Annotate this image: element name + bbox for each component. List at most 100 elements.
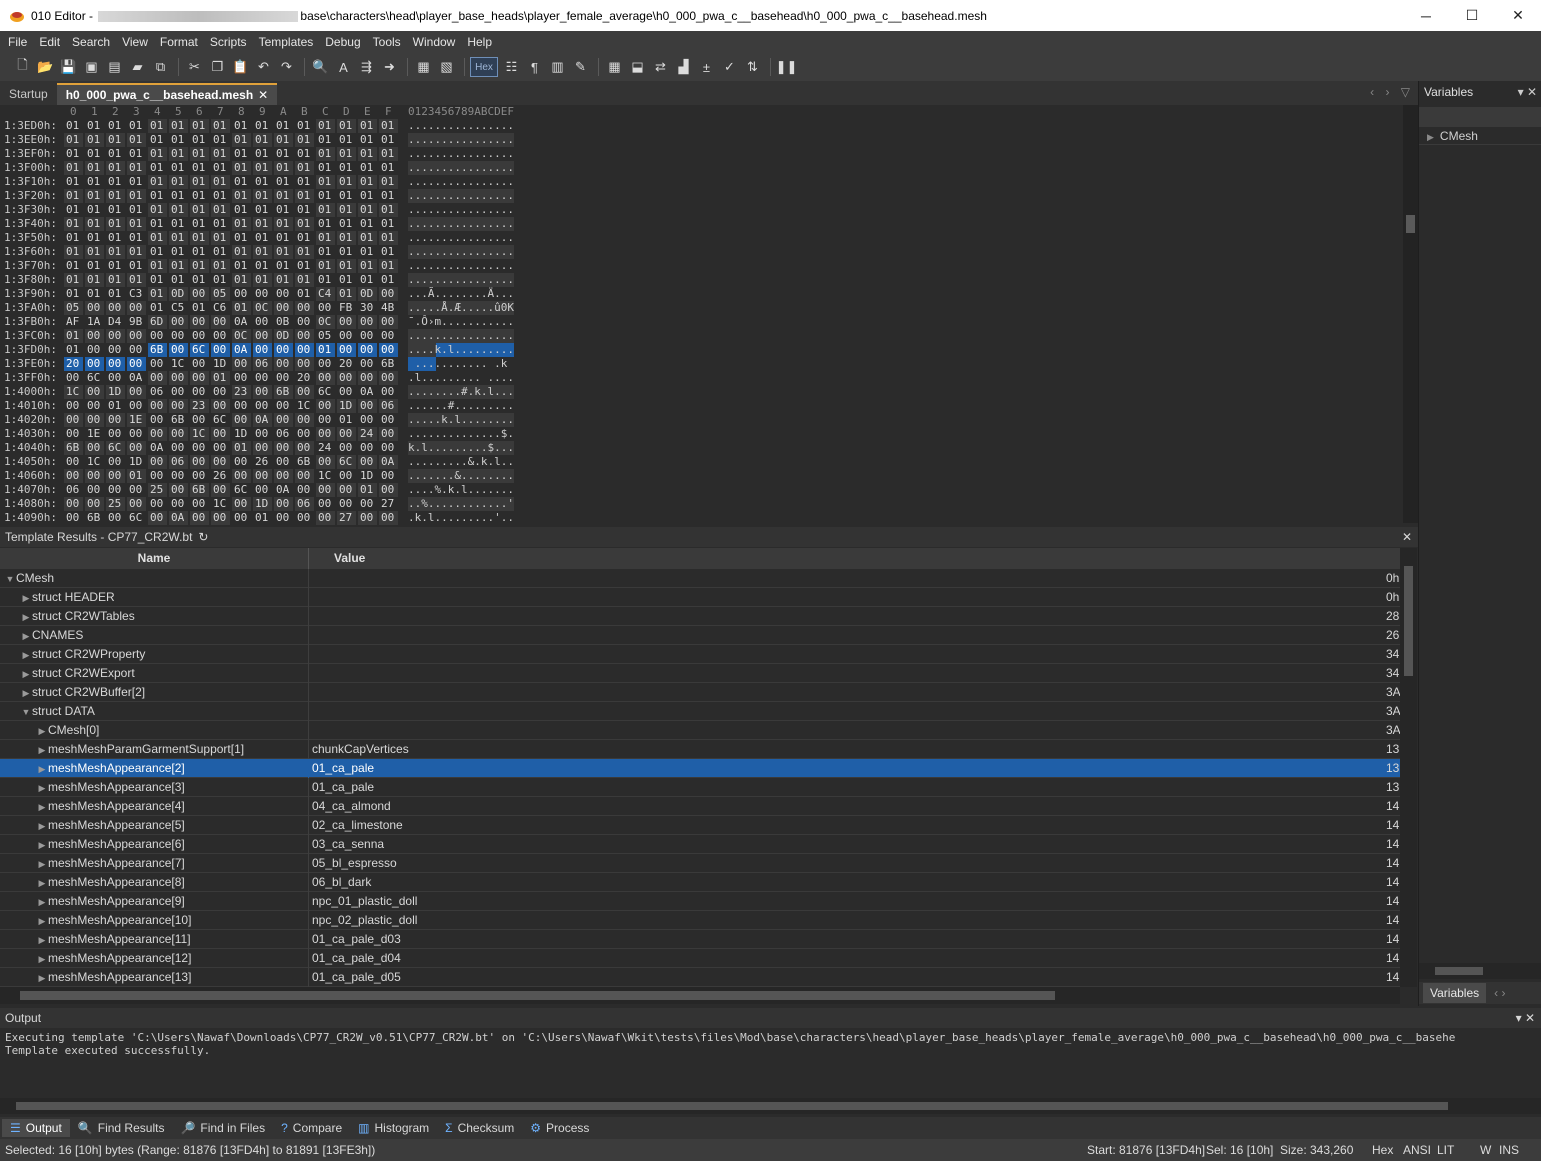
- hex-byte[interactable]: 0C: [253, 301, 272, 315]
- hex-byte[interactable]: 01: [106, 231, 125, 245]
- hex-byte[interactable]: 01: [295, 133, 314, 147]
- template-row[interactable]: ▶ struct CR2WTables 28: [0, 607, 1400, 626]
- hex-byte[interactable]: 00: [169, 427, 188, 441]
- hex-byte[interactable]: 01: [232, 245, 251, 259]
- hex-byte[interactable]: 01: [295, 273, 314, 287]
- chevron-right-icon[interactable]: ▶: [36, 950, 48, 968]
- hex-byte[interactable]: 00: [337, 343, 356, 357]
- hex-byte[interactable]: 1C: [316, 469, 335, 483]
- hex-byte[interactable]: 00: [379, 427, 398, 441]
- hex-byte[interactable]: 01: [316, 175, 335, 189]
- hex-byte[interactable]: 01: [337, 203, 356, 217]
- hex-byte[interactable]: 01: [211, 119, 230, 133]
- minimize-button[interactable]: ─: [1403, 0, 1449, 31]
- hex-byte[interactable]: 1D: [253, 497, 272, 511]
- hex-byte[interactable]: 01: [337, 245, 356, 259]
- hex-byte[interactable]: 00: [106, 329, 125, 343]
- hex-byte[interactable]: 01: [106, 189, 125, 203]
- hex-byte[interactable]: 00: [106, 427, 125, 441]
- hex-byte[interactable]: 01: [64, 217, 83, 231]
- hex-byte[interactable]: 00: [190, 287, 209, 301]
- hex-byte[interactable]: 27: [379, 497, 398, 511]
- hex-byte[interactable]: 00: [337, 371, 356, 385]
- hex-ascii[interactable]: ................: [408, 217, 514, 231]
- hex-byte[interactable]: D4: [106, 315, 125, 329]
- hex-byte[interactable]: 01: [148, 203, 167, 217]
- template-row[interactable]: ▶ meshMeshAppearance[4] 04_ca_almond 14: [0, 797, 1400, 816]
- hex-byte[interactable]: 01: [127, 133, 146, 147]
- replace-icon[interactable]: A: [333, 57, 354, 77]
- chevron-right-icon[interactable]: ▶: [36, 779, 48, 797]
- hex-byte[interactable]: 00: [232, 399, 251, 413]
- hex-byte[interactable]: 01: [379, 175, 398, 189]
- scrollbar-thumb[interactable]: [20, 991, 1055, 1000]
- hex-byte[interactable]: 6B: [64, 441, 83, 455]
- template-row[interactable]: ▶ struct CR2WProperty 34: [0, 645, 1400, 664]
- hex-byte[interactable]: 01: [148, 217, 167, 231]
- hex-byte[interactable]: 01: [148, 259, 167, 273]
- menu-format[interactable]: Format: [154, 35, 204, 49]
- hex-byte[interactable]: 00: [295, 343, 314, 357]
- template-row[interactable]: ▼ struct DATA 3A: [0, 702, 1400, 721]
- hex-byte[interactable]: 00: [211, 385, 230, 399]
- hex-byte[interactable]: 01: [148, 133, 167, 147]
- hex-byte[interactable]: C5: [169, 301, 188, 315]
- hex-byte[interactable]: 01: [85, 133, 104, 147]
- hex-byte[interactable]: 00: [148, 427, 167, 441]
- hex-byte[interactable]: 1D: [127, 455, 146, 469]
- hex-byte[interactable]: 00: [337, 469, 356, 483]
- hex-ascii[interactable]: ................: [408, 329, 514, 343]
- hex-byte[interactable]: 01: [148, 161, 167, 175]
- hex-byte[interactable]: 01: [85, 217, 104, 231]
- calculator-icon[interactable]: ▦: [604, 57, 625, 77]
- hex-byte[interactable]: 23: [190, 399, 209, 413]
- hex-ascii[interactable]: .........&.k.l..: [408, 455, 514, 469]
- hex-byte[interactable]: 01: [232, 231, 251, 245]
- hex-byte[interactable]: 00: [127, 427, 146, 441]
- hex-byte[interactable]: 1C: [85, 455, 104, 469]
- hex-ascii[interactable]: ..............$.: [408, 427, 514, 441]
- checksum-icon[interactable]: ✓: [719, 57, 740, 77]
- hex-byte[interactable]: 01: [64, 161, 83, 175]
- hex-byte[interactable]: 00: [169, 371, 188, 385]
- hex-byte[interactable]: 00: [358, 315, 377, 329]
- hex-byte[interactable]: 4B: [379, 301, 398, 315]
- hex-byte[interactable]: 00: [274, 399, 293, 413]
- hex-byte[interactable]: 01: [106, 245, 125, 259]
- hex-byte[interactable]: 00: [169, 343, 188, 357]
- hex-byte[interactable]: 01: [253, 119, 272, 133]
- hex-byte[interactable]: 01: [337, 287, 356, 301]
- hex-byte[interactable]: 05: [211, 287, 230, 301]
- hex-byte[interactable]: 6B: [274, 385, 293, 399]
- save-as-icon[interactable]: ▣: [81, 57, 102, 77]
- open-folder-icon[interactable]: ▰: [127, 57, 148, 77]
- hex-byte[interactable]: 00: [169, 315, 188, 329]
- hex-byte[interactable]: 01: [190, 217, 209, 231]
- hex-byte[interactable]: 00: [253, 329, 272, 343]
- hex-byte[interactable]: 00: [253, 427, 272, 441]
- hex-byte[interactable]: 0C: [232, 329, 251, 343]
- menu-view[interactable]: View: [116, 35, 154, 49]
- chevron-right-icon[interactable]: ▶: [20, 684, 32, 702]
- hex-byte[interactable]: 1D: [358, 469, 377, 483]
- hex-byte[interactable]: 01: [148, 287, 167, 301]
- hex-byte[interactable]: 20: [295, 371, 314, 385]
- hex-byte[interactable]: 01: [148, 147, 167, 161]
- hex-byte[interactable]: 1D: [232, 427, 251, 441]
- hex-byte[interactable]: 01: [148, 119, 167, 133]
- hex-byte[interactable]: 01: [169, 259, 188, 273]
- hex-byte[interactable]: 01: [379, 245, 398, 259]
- hex-byte[interactable]: 01: [106, 273, 125, 287]
- template-row[interactable]: ▼ CMesh 0h: [0, 569, 1400, 588]
- hex-byte[interactable]: 01: [190, 147, 209, 161]
- hex-byte[interactable]: 0D: [169, 287, 188, 301]
- menu-edit[interactable]: Edit: [33, 35, 66, 49]
- hex-byte[interactable]: 01: [316, 147, 335, 161]
- goto-icon[interactable]: ➜: [379, 57, 400, 77]
- chevron-right-icon[interactable]: ▶: [20, 589, 32, 607]
- hex-byte[interactable]: 00: [190, 385, 209, 399]
- hex-byte[interactable]: 01: [169, 273, 188, 287]
- hex-byte[interactable]: 01: [85, 161, 104, 175]
- hex-byte[interactable]: 01: [169, 119, 188, 133]
- hex-byte[interactable]: 6C: [190, 343, 209, 357]
